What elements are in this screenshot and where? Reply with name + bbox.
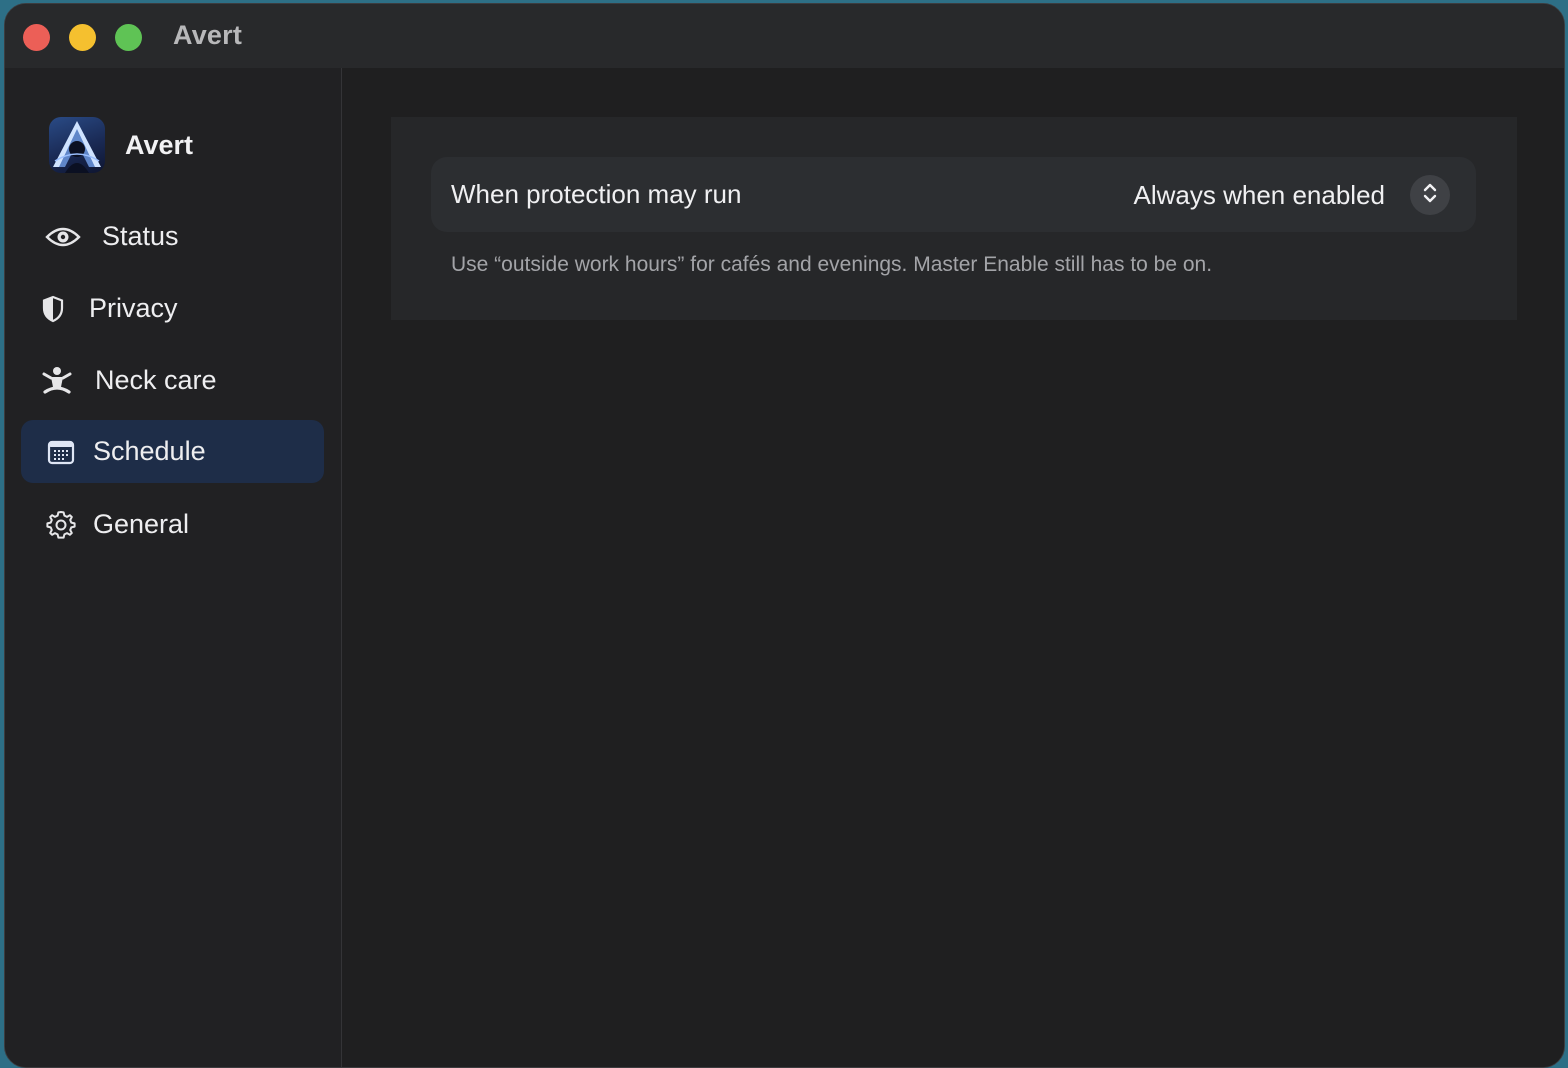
shield-icon [35,293,71,325]
minimize-window-button[interactable] [69,24,96,51]
figure-stretch-icon [39,365,75,397]
chevron-up-down-icon [1422,182,1438,209]
avert-logo-icon [49,117,105,173]
sidebar-item-privacy[interactable]: Privacy [21,277,324,340]
protection-schedule-value[interactable]: Always when enabled [1134,180,1386,211]
brand-name: Avert [125,129,194,160]
sidebar-item-neck-care[interactable]: Neck care [21,349,324,412]
protection-schedule-popup-button[interactable] [1410,175,1450,215]
sidebar-item-general[interactable]: General [21,493,324,556]
schedule-help-text: Use “outside work hours” for cafés and e… [451,253,1213,276]
window-title: Avert [173,20,243,50]
gear-icon [43,509,79,541]
zoom-window-button[interactable] [115,24,142,51]
main-content: When protection may run Always when enab… [343,68,1564,1067]
calendar-icon [43,436,79,468]
sidebar-item-label: Status [102,221,179,251]
sidebar-item-label: Privacy [89,293,178,323]
protection-schedule-label: When protection may run [451,179,742,209]
protection-schedule-row[interactable]: When protection may run Always when enab… [431,157,1476,232]
title-bar[interactable]: Avert [5,4,1564,68]
sidebar: Avert Status Privacy Neck care Schedule … [5,68,342,1067]
sidebar-item-label: Schedule [93,436,206,466]
sidebar-item-label: Neck care [95,365,217,395]
sidebar-item-status[interactable]: Status [21,205,324,268]
eye-icon [45,221,81,253]
app-window: Avert Avert Status Privacy Neck care Sch… [4,3,1565,1068]
close-window-button[interactable] [23,24,50,51]
sidebar-brand: Avert [49,116,193,174]
sidebar-item-label: General [93,509,190,539]
sidebar-item-schedule[interactable]: Schedule [21,420,324,483]
schedule-settings-panel: When protection may run Always when enab… [391,117,1517,320]
